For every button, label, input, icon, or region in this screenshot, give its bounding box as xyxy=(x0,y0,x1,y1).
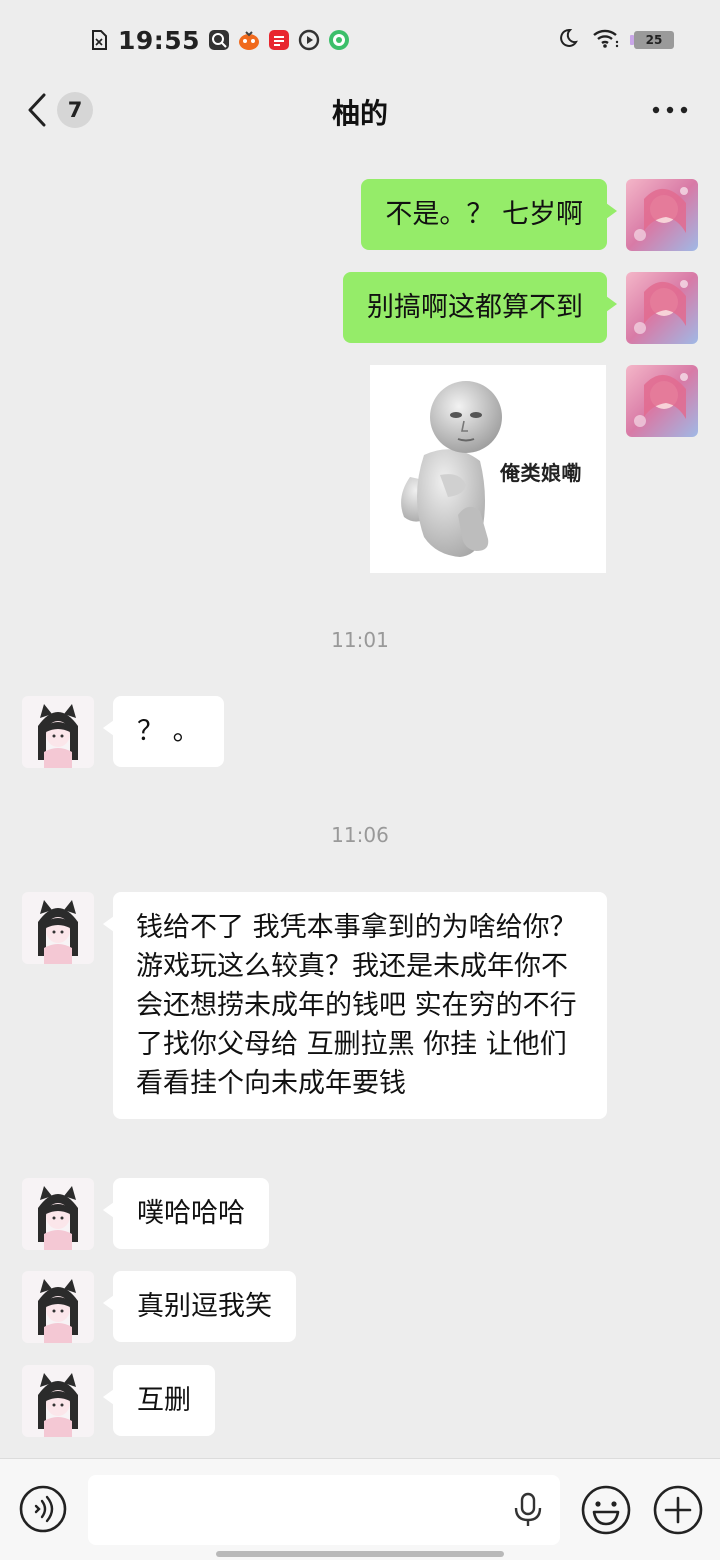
more-icon xyxy=(652,106,688,114)
wifi-icon xyxy=(592,27,620,53)
my-message-bubble[interactable]: 别搞啊这都算不到 xyxy=(343,272,617,343)
game-icon xyxy=(328,29,350,51)
contact-avatar[interactable] xyxy=(22,696,94,768)
home-indicator[interactable] xyxy=(216,1551,504,1557)
emoji-button[interactable] xyxy=(580,1484,632,1536)
status-left: 19:55 xyxy=(88,24,350,56)
contact-message-bubble[interactable]: 真别逗我笑 xyxy=(103,1271,296,1342)
search-app-icon xyxy=(208,29,230,51)
voice-button[interactable] xyxy=(18,1484,68,1534)
play-icon xyxy=(298,29,320,51)
voice-icon xyxy=(19,1485,67,1533)
contact-avatar[interactable] xyxy=(22,1178,94,1250)
battery-icon: 25 xyxy=(630,31,674,49)
sticker-caption: 俺类娘嘞 xyxy=(500,461,582,485)
status-bar: 19:55 25 xyxy=(0,0,720,80)
contact-avatar[interactable] xyxy=(22,892,94,964)
input-bar xyxy=(0,1458,720,1560)
status-time: 19:55 xyxy=(118,25,201,55)
timestamp: 11:06 xyxy=(331,823,389,847)
contact-message-bubble[interactable]: 钱给不了 我凭本事拿到的为啥给你？ 游戏玩这么较真？我还是未成年你不会还想捞未成… xyxy=(103,892,607,1119)
contact-message-bubble[interactable]: 互删 xyxy=(103,1365,215,1436)
my-avatar[interactable] xyxy=(626,179,698,251)
plus-icon xyxy=(653,1485,703,1535)
my-message-bubble[interactable]: 不是。？ 七岁啊 xyxy=(361,179,617,250)
red-app-icon xyxy=(268,29,290,51)
contact-avatar[interactable] xyxy=(22,1365,94,1437)
chat-title: 柚的 xyxy=(331,97,388,130)
sticker-image[interactable]: 俺类娘嘞 xyxy=(370,365,606,573)
taobao-icon xyxy=(238,29,260,51)
emoji-icon xyxy=(581,1485,631,1535)
contact-avatar[interactable] xyxy=(22,1271,94,1343)
my-avatar[interactable] xyxy=(626,365,698,437)
moon-icon xyxy=(556,27,578,53)
timestamp: 11:01 xyxy=(331,628,389,652)
status-right: 25 xyxy=(556,27,674,53)
sim-card-icon xyxy=(88,29,110,51)
mic-icon xyxy=(514,1492,542,1526)
message-list[interactable]: 不是。？ 七岁啊 别搞啊这都算不到 俺类娘嘞 11:01 ？ 。 11:06 钱… xyxy=(0,150,720,1458)
mic-button[interactable] xyxy=(512,1492,544,1528)
contact-message-bubble[interactable]: ？ 。 xyxy=(103,696,224,767)
plus-button[interactable] xyxy=(652,1484,704,1536)
more-button[interactable] xyxy=(650,98,690,122)
message-input[interactable] xyxy=(88,1475,560,1545)
my-avatar[interactable] xyxy=(626,272,698,344)
contact-message-bubble[interactable]: 噗哈哈哈 xyxy=(103,1178,269,1249)
chat-header: 7 柚的 xyxy=(0,70,720,150)
